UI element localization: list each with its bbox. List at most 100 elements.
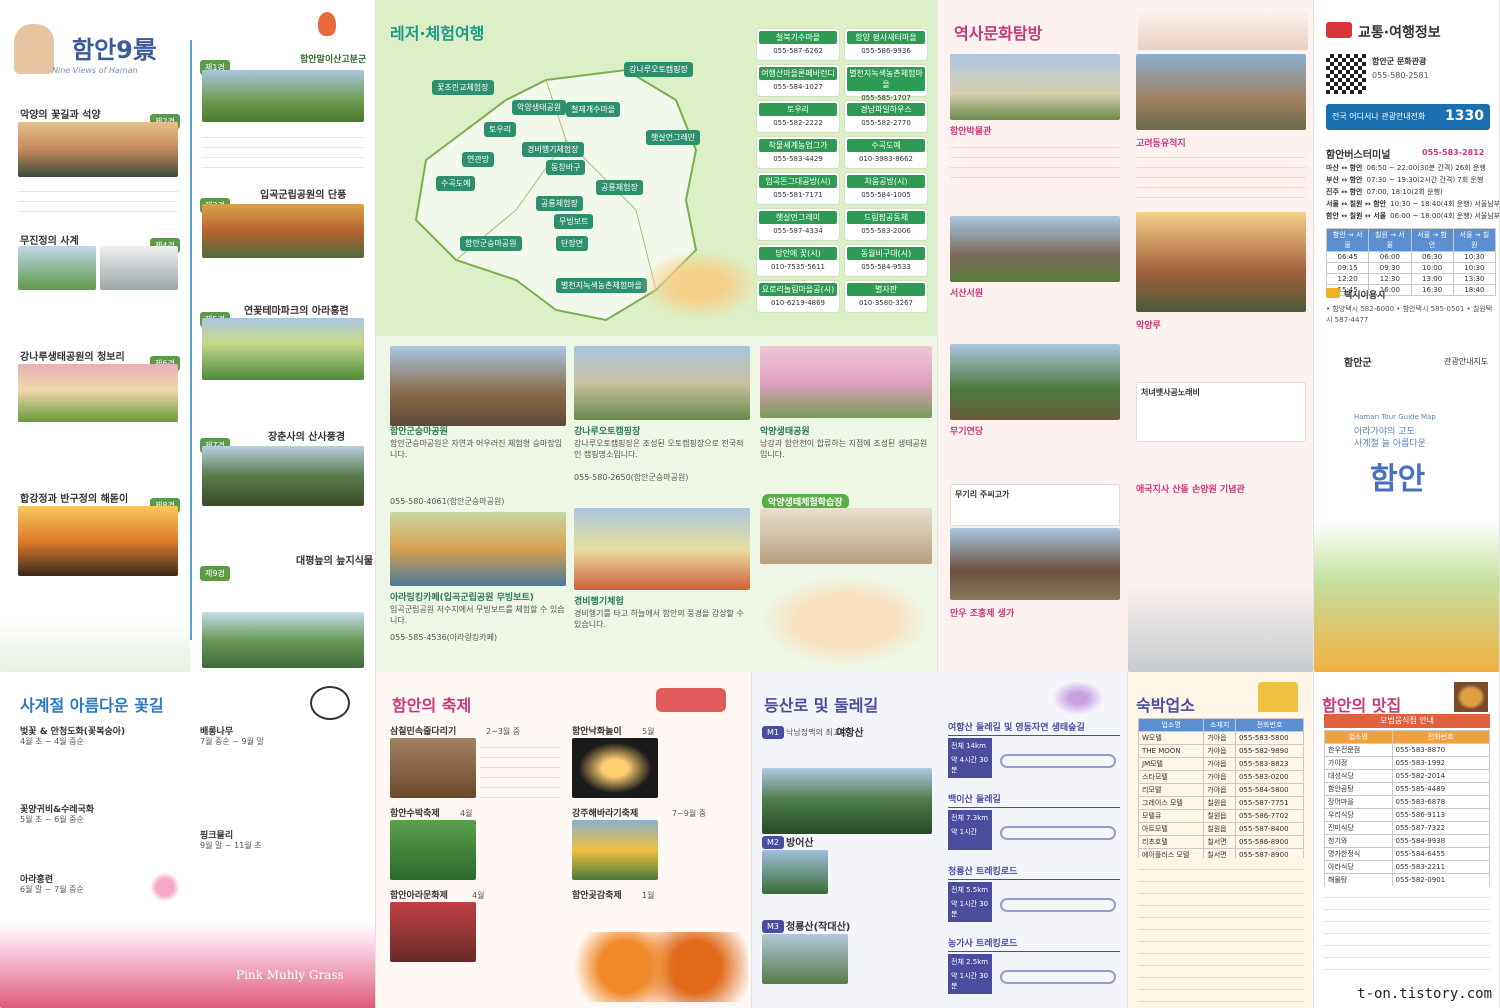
leisure-cards-panel: 함안군승마공원 함안군승마공원은 자연과 어우러진 체험형 승마장입니다. 05… xyxy=(376,336,938,672)
experience-box-tel: 055-584-9533 xyxy=(861,263,911,271)
lodging-row: 리모텔 가야읍 055-584-5800 xyxy=(1137,783,1305,797)
food-cell: 명가한정식 xyxy=(1324,847,1393,861)
experience-box[interactable]: 입곡돈그대공방(시) 055-581-7171 xyxy=(756,172,840,205)
experience-box-tel: 055-586-9936 xyxy=(861,47,911,55)
timetable: 함안 → 서울 칠원 → 서울 서울 → 함안 서울 → 칠원 06:45 06:00 0… xyxy=(1325,228,1497,296)
watermark: t-on.tistory.com xyxy=(1357,986,1492,1002)
place-danjang[interactable]: 단장면 xyxy=(556,236,589,251)
lodging-cell: 그레이스 모텔 xyxy=(1137,796,1205,810)
experience-box[interactable]: 함양 평사새터마을 055-586-9936 xyxy=(844,28,928,61)
experience-box[interactable]: 드림팜공동체 055-583-2006 xyxy=(844,208,928,241)
lodging-row: THE MOON 가야읍 055-582-9890 xyxy=(1137,744,1305,758)
place-farm[interactable]: 공룡체험장 xyxy=(596,180,643,195)
trail-length: 전체 2.5km xyxy=(951,958,989,966)
tourist-map-spread: 함안9景 Nine Views of Haman 제1경 함안말이산고분군 악양… xyxy=(0,0,1500,1008)
food-cell: 대성식당 xyxy=(1324,769,1393,783)
place-village[interactable]: 철제개수마을 xyxy=(566,102,621,117)
route-name: 함안 ↔ 칠원 ↔ 서울 xyxy=(1326,212,1387,220)
tourinfo-number[interactable]: 1330 xyxy=(1445,108,1484,124)
history-1-photo xyxy=(950,54,1120,120)
lodging-cell: 055-582-9890 xyxy=(1234,744,1305,758)
route-name: 진주 ↔ 함안 xyxy=(1326,188,1363,196)
experience-box-name: 요로리놀림마을공(시) xyxy=(759,283,837,296)
timetable-cell: 16:30 xyxy=(1410,284,1454,296)
experience-box[interactable]: 철북기수마을 055-587-6262 xyxy=(756,28,840,61)
place-horse[interactable]: 함안군승마공원 xyxy=(460,236,522,251)
place-akyang[interactable]: 악양생태공원 xyxy=(512,100,567,115)
place-gangnaru[interactable]: 강나루오토캠핑장 xyxy=(624,62,693,77)
experience-box[interactable]: 동월비구대(시) 055-584-9533 xyxy=(844,244,928,277)
view-9-name: 대평늪의 늪지식물 xyxy=(296,556,374,567)
food-header: 전화번호 xyxy=(1391,730,1491,744)
place-boat[interactable]: 무빙보트 xyxy=(554,214,594,229)
experience-box[interactable]: 별자판 010-3580-3267 xyxy=(844,280,928,313)
lodging-row: 리츠호텔 칠서면 055-586-8900 xyxy=(1137,835,1305,849)
experience-box[interactable]: 수곡도예 010-3983-8662 xyxy=(844,136,928,169)
place-sunlight[interactable]: 햇살먼그레만 xyxy=(646,130,701,145)
mountain-2-name: 방어산 xyxy=(786,838,814,849)
timetable-header: 칠원 → 서울 xyxy=(1368,228,1412,252)
card-3-desc: 남강과 함안천이 합류하는 지점에 조성된 생태공원입니다. xyxy=(760,439,928,459)
mountain-3-badge: M3 xyxy=(762,920,784,933)
festival-2-date: 5월 xyxy=(642,727,655,736)
view-1-name: 함안말이산고분군 xyxy=(300,55,367,65)
festival-5-photo xyxy=(390,902,476,962)
experience-box[interactable]: 차움공방(시) 055-584-1005 xyxy=(844,172,928,205)
lodging-cell: 리츠호텔 xyxy=(1137,835,1205,849)
qr-code[interactable] xyxy=(1326,54,1366,94)
photo-caption: Pink Muhly Grass xyxy=(236,968,344,982)
view-7-photo xyxy=(202,446,364,506)
experience-box[interactable]: 요로리놀림마을공(시) 010-6219-4869 xyxy=(756,280,840,313)
place-sugok[interactable]: 수곡도예 xyxy=(436,176,476,191)
place-dongchang[interactable]: 동창바구 xyxy=(546,160,586,175)
experience-boxes: 철북기수마을 055-587-6262 함양 평사새터마을 055-586-9936 여… xyxy=(756,28,932,328)
view-5-photo xyxy=(202,318,364,380)
experience-box[interactable]: 경남파일하우스 055-582-2770 xyxy=(844,100,928,133)
trail-time: 약 1시간 xyxy=(951,828,977,836)
transport-panel: 교통·여행정보 함안군 문화관광 055-580-2581 전국 어디서나 관광… xyxy=(1314,0,1500,672)
experience-box[interactable]: 토우리 055-582-2222 xyxy=(756,100,840,133)
place-star[interactable]: 별천지녹색농촌체험마을 xyxy=(556,278,647,293)
history-2-photo xyxy=(1136,54,1306,130)
trail-length: 전체 14km xyxy=(951,742,986,750)
festival-3-name: 함안수박축제 xyxy=(390,809,440,819)
trail-item: 백이산 둘레길 전체 7.3km 약 1시간 xyxy=(948,792,1120,858)
lodging-cell: 가야읍 xyxy=(1203,783,1236,797)
lodging-row: JM모텔 가야읍 055-583-8823 xyxy=(1137,757,1305,771)
timeline-line xyxy=(190,40,192,640)
place-flower[interactable]: 꽃초린교체험장 xyxy=(432,80,494,95)
experience-box-name: 동월비구대(시) xyxy=(847,247,925,260)
lodging-cell: 리모텔 xyxy=(1137,783,1205,797)
lodging-table: 업소명 소재지 전화번호 W모텔 가야읍 055-583-5800 THE MOON 가야읍… xyxy=(1137,718,1305,862)
food-cell: 055-582-0901 xyxy=(1391,873,1491,887)
history-4-photo xyxy=(1136,212,1306,312)
festival-2-name: 함안낙화놀이 xyxy=(572,727,622,737)
lodging-cell: 가야읍 xyxy=(1203,770,1236,784)
experience-box-tel: 055-587-6262 xyxy=(773,47,823,55)
place-touri[interactable]: 토우리 xyxy=(484,122,517,137)
lodging-cell: 055-583-0200 xyxy=(1234,770,1305,784)
experience-box[interactable]: 햇살먼그레미 055-587-4334 xyxy=(756,208,840,241)
place-airplane[interactable]: 경비행기체험장 xyxy=(522,142,584,157)
place-paper[interactable]: 공룡체험장 xyxy=(536,196,583,211)
experience-box[interactable]: 별천지녹색농촌체험마을 055-585-1707 xyxy=(844,64,928,102)
lodging-row: 스타모텔 가야읍 055-583-0200 xyxy=(1137,770,1305,784)
trail-stats: 전체 7.3km 약 1시간 xyxy=(948,810,992,850)
taxi-text: • 함양택시 582-6000 • 함안택시 585-0501 • 칠원택시 5… xyxy=(1326,305,1493,324)
festival-6-date: 1월 xyxy=(642,891,655,900)
experience-box[interactable]: 착물세계농업그가 055-583-4429 xyxy=(756,136,840,169)
bus-terminal-tel[interactable]: 055-583-2812 xyxy=(1422,148,1484,157)
lodging-header: 업소명 xyxy=(1137,718,1205,732)
experience-box-name: 철북기수마을 xyxy=(759,31,837,44)
view-3-photo xyxy=(202,204,364,258)
trail-route-line xyxy=(1000,898,1116,912)
lodging-cell: 스타모텔 xyxy=(1137,770,1205,784)
bottom-illustration xyxy=(0,620,190,672)
experience-box[interactable]: 담안에 꽃(시) 010-7535-5611 xyxy=(756,244,840,277)
haman-logo: 함안 xyxy=(1370,462,1426,497)
history-7-title: 만우 조홍제 생가 xyxy=(950,609,1015,619)
experience-box[interactable]: 여행산마을론페바런디 055-584-1027 xyxy=(756,64,840,97)
lodging-cell: 칠서면 xyxy=(1203,835,1236,849)
nine-views-panel: 함안9景 Nine Views of Haman 제1경 함안말이산고분군 악양… xyxy=(0,0,376,672)
place-yeongwan[interactable]: 연관망 xyxy=(462,152,495,167)
